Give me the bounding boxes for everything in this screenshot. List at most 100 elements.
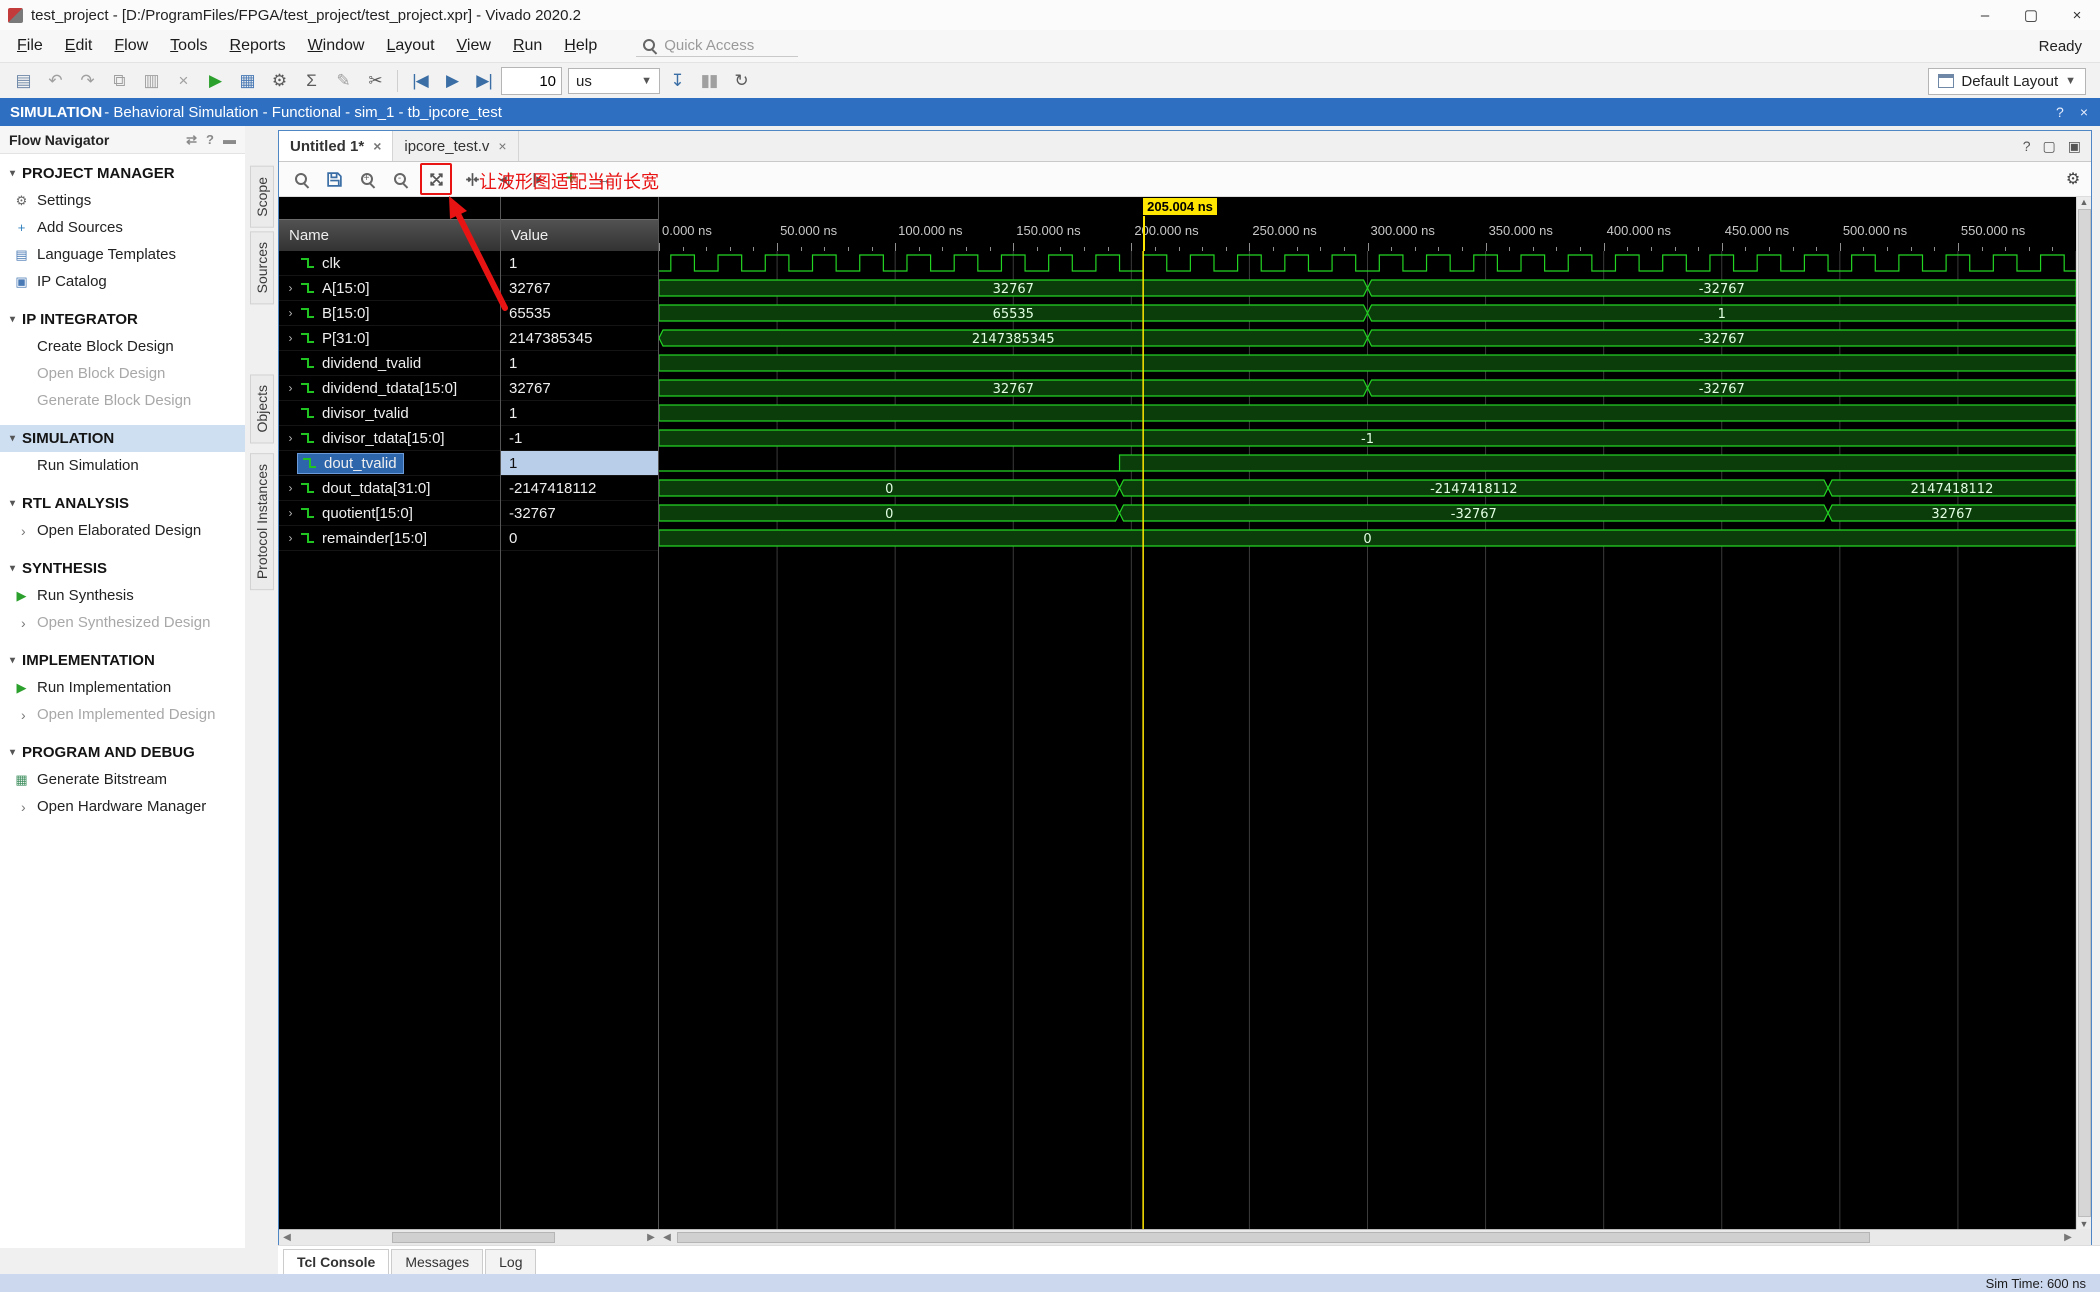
nav-section-project-manager[interactable]: ▾ PROJECT MANAGER	[0, 160, 245, 187]
collapse-caret-icon[interactable]: ▾	[10, 563, 15, 574]
cursor-time-badge[interactable]: 205.004 ns	[1143, 198, 1217, 215]
expand-arrow-icon[interactable]: ›	[283, 381, 298, 395]
search-icon[interactable]	[288, 166, 314, 192]
side-tab-protocol-instances[interactable]: Protocol Instances	[249, 452, 274, 590]
nav-item-add-sources[interactable]: + Add Sources	[0, 214, 245, 241]
menu-item-flow[interactable]: Flow	[103, 33, 159, 59]
side-tab-objects[interactable]: Objects	[249, 374, 274, 444]
wave-trace-divisor-tdata-15-0[interactable]: -1	[659, 429, 2076, 447]
expand-arrow-icon[interactable]: ›	[283, 481, 298, 495]
nav-item-open-hardware-manager[interactable]: › Open Hardware Manager	[0, 793, 245, 820]
nav-item-create-block-design[interactable]: Create Block Design	[0, 333, 245, 360]
signal-value-divisor-tvalid[interactable]: 1	[501, 401, 658, 426]
report-icon[interactable]: ▦	[232, 67, 262, 95]
time-unit-select[interactable]: us ▼	[568, 68, 660, 94]
run-all-icon[interactable]: ▶	[437, 67, 467, 95]
tab-bar-icon-0[interactable]: ?	[2023, 138, 2031, 154]
signal-value-dividend-tvalid[interactable]: 1	[501, 351, 658, 376]
tab-ipcore-test-v[interactable]: ipcore_test.v ×	[393, 131, 519, 161]
signal-value-dout-tvalid[interactable]: 1	[501, 451, 658, 476]
restart-simulation-icon[interactable]: |◀	[405, 67, 435, 95]
signal-row-quotient-15-0[interactable]: › quotient[15:0]	[279, 501, 500, 526]
bottom-tab-log[interactable]: Log	[485, 1249, 537, 1274]
expand-arrow-icon[interactable]: ›	[283, 306, 298, 320]
signal-value-remainder-15-0[interactable]: 0	[501, 526, 658, 551]
signal-row-divisor-tvalid[interactable]: divisor_tvalid	[279, 401, 500, 426]
menu-item-tools[interactable]: Tools	[159, 33, 218, 59]
signal-value-a-15-0[interactable]: 32767	[501, 276, 658, 301]
nav-item-ip-catalog[interactable]: ▣ IP Catalog	[0, 268, 245, 295]
time-cursor-line[interactable]	[1143, 216, 1146, 251]
zoom-in-icon[interactable]: +	[354, 166, 380, 192]
settings-icon[interactable]: ⚙	[264, 67, 294, 95]
open-project-icon[interactable]: ▤	[8, 67, 38, 95]
wave-trace-dout-tdata-31-0[interactable]: 0 -2147418112 2147418112	[659, 479, 2076, 497]
layout-selector[interactable]: Default Layout ▼	[1928, 67, 2086, 95]
vertical-scroll-thumb[interactable]	[2077, 209, 2091, 1217]
side-tab-sources[interactable]: Sources	[249, 230, 274, 305]
wave-trace-divisor-tvalid[interactable]	[659, 404, 2076, 422]
expand-arrow-icon[interactable]: ›	[283, 331, 298, 345]
menu-item-help[interactable]: Help	[553, 33, 608, 59]
collapse-caret-icon[interactable]: ▾	[10, 747, 15, 758]
flow-navigator-header-icon-0[interactable]: ⇄	[186, 132, 197, 148]
nav-section-program-and-debug[interactable]: ▾ PROGRAM AND DEBUG	[0, 739, 245, 766]
nav-item-run-synthesis[interactable]: ▶ Run Synthesis	[0, 582, 245, 609]
expand-chevron-icon[interactable]: ›	[21, 615, 37, 631]
delete-icon[interactable]: ×	[168, 67, 198, 95]
bottom-tab-tcl-console[interactable]: Tcl Console	[283, 1249, 390, 1274]
signal-value-b-15-0[interactable]: 65535	[501, 301, 658, 326]
signal-value-dividend-tdata-15-0[interactable]: 32767	[501, 376, 658, 401]
flow-navigator-header-icon-2[interactable]: ▬	[223, 132, 236, 148]
name-column-header[interactable]: Name	[279, 197, 501, 251]
zoom-fit-icon[interactable]	[423, 166, 449, 192]
menu-item-layout[interactable]: Layout	[375, 33, 445, 59]
run-time-input[interactable]	[501, 67, 562, 95]
flow-navigator-header-icon-1[interactable]: ?	[206, 132, 214, 148]
menu-item-reports[interactable]: Reports	[219, 33, 297, 59]
signal-row-a-15-0[interactable]: › A[15:0]	[279, 276, 500, 301]
collapse-caret-icon[interactable]: ▾	[10, 498, 15, 509]
zoom-out-icon[interactable]: -	[387, 166, 413, 192]
nav-item-run-implementation[interactable]: ▶ Run Implementation	[0, 674, 245, 701]
nav-item-open-elaborated-design[interactable]: › Open Elaborated Design	[0, 517, 245, 544]
wave-trace-quotient-15-0[interactable]: 0 -32767 32767	[659, 504, 2076, 522]
paste-icon[interactable]: ▥	[136, 67, 166, 95]
collapse-caret-icon[interactable]: ▾	[10, 655, 15, 666]
nav-section-implementation[interactable]: ▾ IMPLEMENTATION	[0, 647, 245, 674]
probe-icon[interactable]: ✂	[360, 67, 390, 95]
help-icon[interactable]: ?	[2056, 104, 2064, 120]
scroll-right-icon[interactable]: ▶	[2060, 1232, 2076, 1243]
scroll-left-icon[interactable]: ◀	[659, 1232, 675, 1243]
waveform-canvas[interactable]: 32767 -32767 65535 1 2147385345 -32767 32767 -3…	[659, 251, 2076, 1229]
menu-item-edit[interactable]: Edit	[54, 33, 104, 59]
nav-item-generate-bitstream[interactable]: ▦ Generate Bitstream	[0, 766, 245, 793]
nav-item-settings[interactable]: ⚙ Settings	[0, 187, 245, 214]
expand-arrow-icon[interactable]: ›	[283, 431, 298, 445]
close-icon[interactable]: ×	[373, 138, 381, 154]
tab-bar-icon-1[interactable]: ▢	[2043, 138, 2056, 155]
menu-item-file[interactable]: File	[6, 33, 54, 59]
scroll-thumb[interactable]	[392, 1232, 555, 1243]
menu-item-view[interactable]: View	[446, 33, 502, 59]
expand-chevron-icon[interactable]: ›	[21, 799, 37, 815]
close-icon[interactable]: ×	[2080, 104, 2088, 120]
nav-item-run-simulation[interactable]: Run Simulation	[0, 452, 245, 479]
expand-arrow-icon[interactable]: ›	[283, 531, 298, 545]
expand-chevron-icon[interactable]: ›	[21, 707, 37, 723]
nav-section-synthesis[interactable]: ▾ SYNTHESIS	[0, 555, 245, 582]
minimize-button[interactable]: –	[1962, 0, 2008, 30]
edit-icon[interactable]: ✎	[328, 67, 358, 95]
relaunch-icon[interactable]: ↻	[726, 67, 756, 95]
side-tab-scope[interactable]: Scope	[249, 166, 274, 228]
horizontal-scroll-thumb[interactable]	[677, 1232, 1871, 1243]
step-icon[interactable]: ↧	[662, 67, 692, 95]
quick-access-search[interactable]: Quick Access	[636, 35, 799, 57]
waveform-canvas-area[interactable]: 32767 -32767 65535 1 2147385345 -32767 32767 -3…	[659, 251, 2076, 1229]
previous-transition-icon[interactable]: ◂|	[492, 166, 518, 192]
copy-icon[interactable]: ⧉	[104, 67, 134, 95]
name-column-scrollbar[interactable]: ◀ ▶	[279, 1229, 659, 1245]
signal-row-b-15-0[interactable]: › B[15:0]	[279, 301, 500, 326]
signal-row-dividend-tvalid[interactable]: dividend_tvalid	[279, 351, 500, 376]
redo-icon[interactable]: ↷	[72, 67, 102, 95]
